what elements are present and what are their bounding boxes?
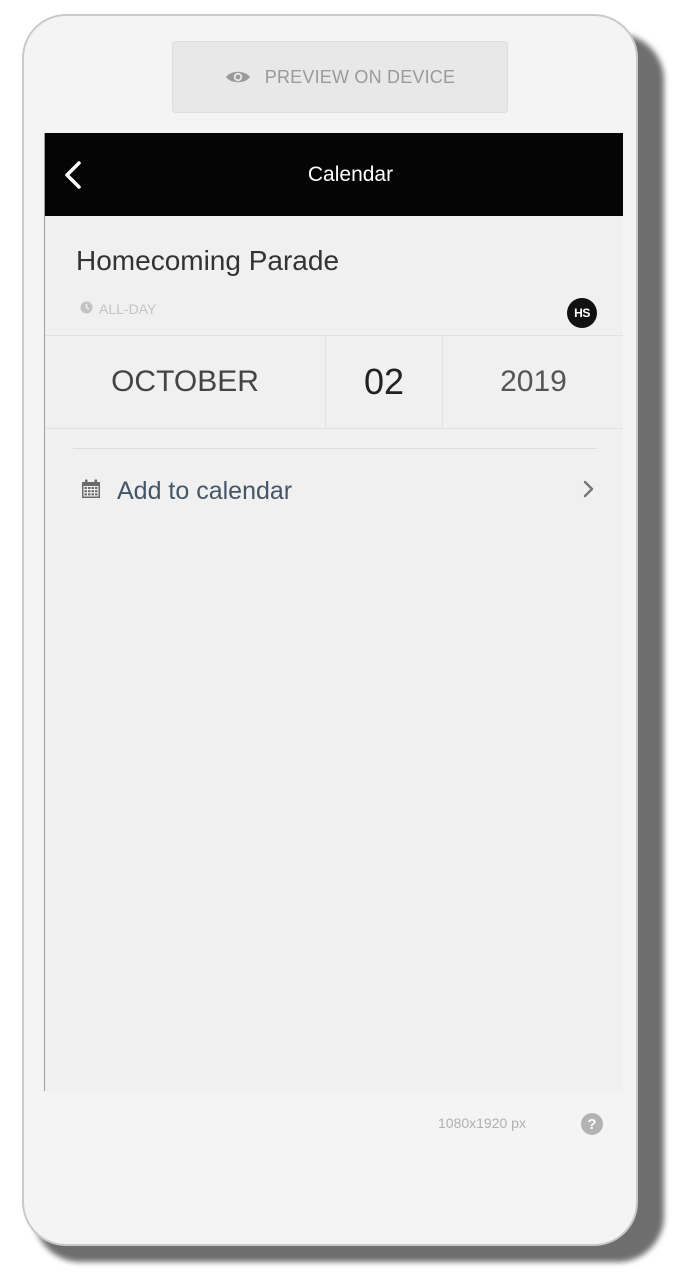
app-screen: Calendar Homecoming Parade ALL-DAY HS OC… [44,133,623,1091]
hs-badge-icon: HS [567,298,597,328]
eye-icon [225,69,251,85]
date-row: OCTOBER 02 2019 [45,335,623,429]
date-day: 02 [325,336,443,428]
date-year: 2019 [500,365,567,398]
divider [73,448,597,449]
resolution-label: 1080x1920 px [438,1115,526,1131]
navigation-bar: Calendar [45,133,623,216]
preview-stage: PREVIEW ON DEVICE Calendar Homecoming Pa… [0,0,677,1273]
clock-icon [80,301,93,317]
preview-button-label: PREVIEW ON DEVICE [264,66,456,87]
all-day-indicator: ALL-DAY [80,301,156,317]
all-day-label: ALL-DAY [99,301,157,317]
date-month: OCTOBER [111,365,259,398]
preview-on-device-button[interactable]: PREVIEW ON DEVICE [172,41,508,113]
add-to-calendar-row[interactable]: Add to calendar [73,463,597,519]
add-to-calendar-label: Add to calendar [117,476,293,505]
help-icon[interactable]: ? [581,1113,603,1135]
calendar-icon [81,479,101,504]
nav-title: Calendar [307,163,394,186]
chevron-right-icon [581,478,595,505]
event-title: Homecoming Parade [76,245,340,276]
